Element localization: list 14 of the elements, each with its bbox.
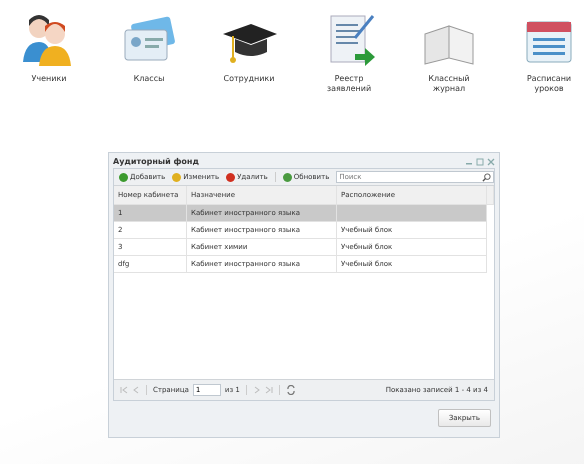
close-icon[interactable] [487,158,495,166]
launcher-label[interactable]: Классы [121,74,177,84]
maximize-icon[interactable] [476,158,484,166]
launcher-label[interactable]: Расписани уроков [521,74,577,95]
next-page-icon[interactable] [252,386,261,394]
refresh-icon[interactable] [286,385,296,395]
previous-page-icon[interactable] [132,386,140,394]
first-page-icon[interactable] [120,386,128,394]
launcher-label[interactable]: Классный журнал [421,74,477,95]
launcher-label[interactable]: Реестр заявлений [321,74,377,95]
last-page-icon[interactable] [264,386,273,394]
launcher-label[interactable]: Ученики [21,74,77,84]
window-title: Аудиторный фонд [113,157,199,166]
launcher-label[interactable]: Сотрудники [221,74,277,84]
